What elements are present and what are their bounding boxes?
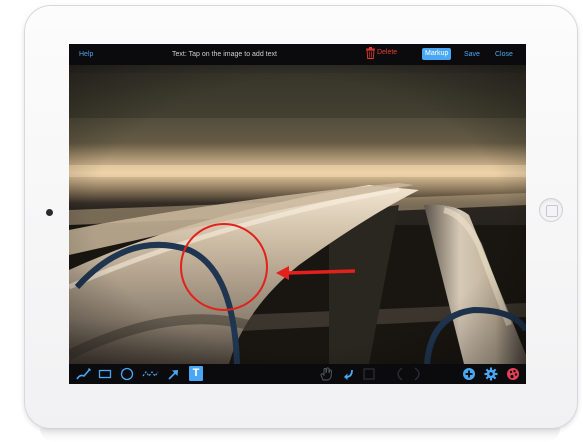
camera-icon — [46, 209, 53, 216]
instruction-text: Text: Tap on the image to add text — [172, 51, 277, 58]
ipad-reflection — [40, 428, 560, 442]
hand-icon[interactable] — [319, 366, 333, 382]
crop-icon[interactable] — [362, 366, 376, 382]
text-tool-icon[interactable]: T — [189, 366, 203, 381]
markup-button[interactable]: Markup — [422, 48, 452, 60]
trash-icon — [366, 47, 375, 59]
photo-canvas[interactable] — [69, 65, 526, 364]
arrow-icon[interactable] — [166, 366, 180, 382]
bottom-toolbar: T — [69, 364, 526, 384]
freehand-line-icon[interactable] — [142, 366, 160, 382]
delete-label: Delete — [376, 49, 398, 56]
top-toolbar: Help Text: Tap on the image to add text … — [69, 44, 526, 65]
rectangle-icon[interactable] — [98, 366, 112, 382]
delete-button[interactable]: Delete — [366, 47, 397, 59]
home-button[interactable] — [539, 198, 563, 222]
next-icon[interactable] — [412, 366, 426, 382]
color-palette-icon[interactable] — [506, 366, 520, 382]
gear-icon[interactable] — [484, 366, 498, 382]
close-button[interactable]: Close — [495, 51, 513, 59]
pen-icon[interactable] — [75, 366, 93, 382]
circle-icon[interactable] — [120, 366, 134, 382]
add-icon[interactable] — [462, 366, 476, 382]
help-button[interactable]: Help — [79, 51, 93, 59]
undo-icon[interactable] — [342, 366, 356, 382]
pipeline-photo — [69, 65, 526, 364]
previous-icon[interactable] — [391, 366, 405, 382]
save-button[interactable]: Save — [464, 51, 480, 59]
app-screen: Help Text: Tap on the image to add text … — [69, 44, 526, 384]
